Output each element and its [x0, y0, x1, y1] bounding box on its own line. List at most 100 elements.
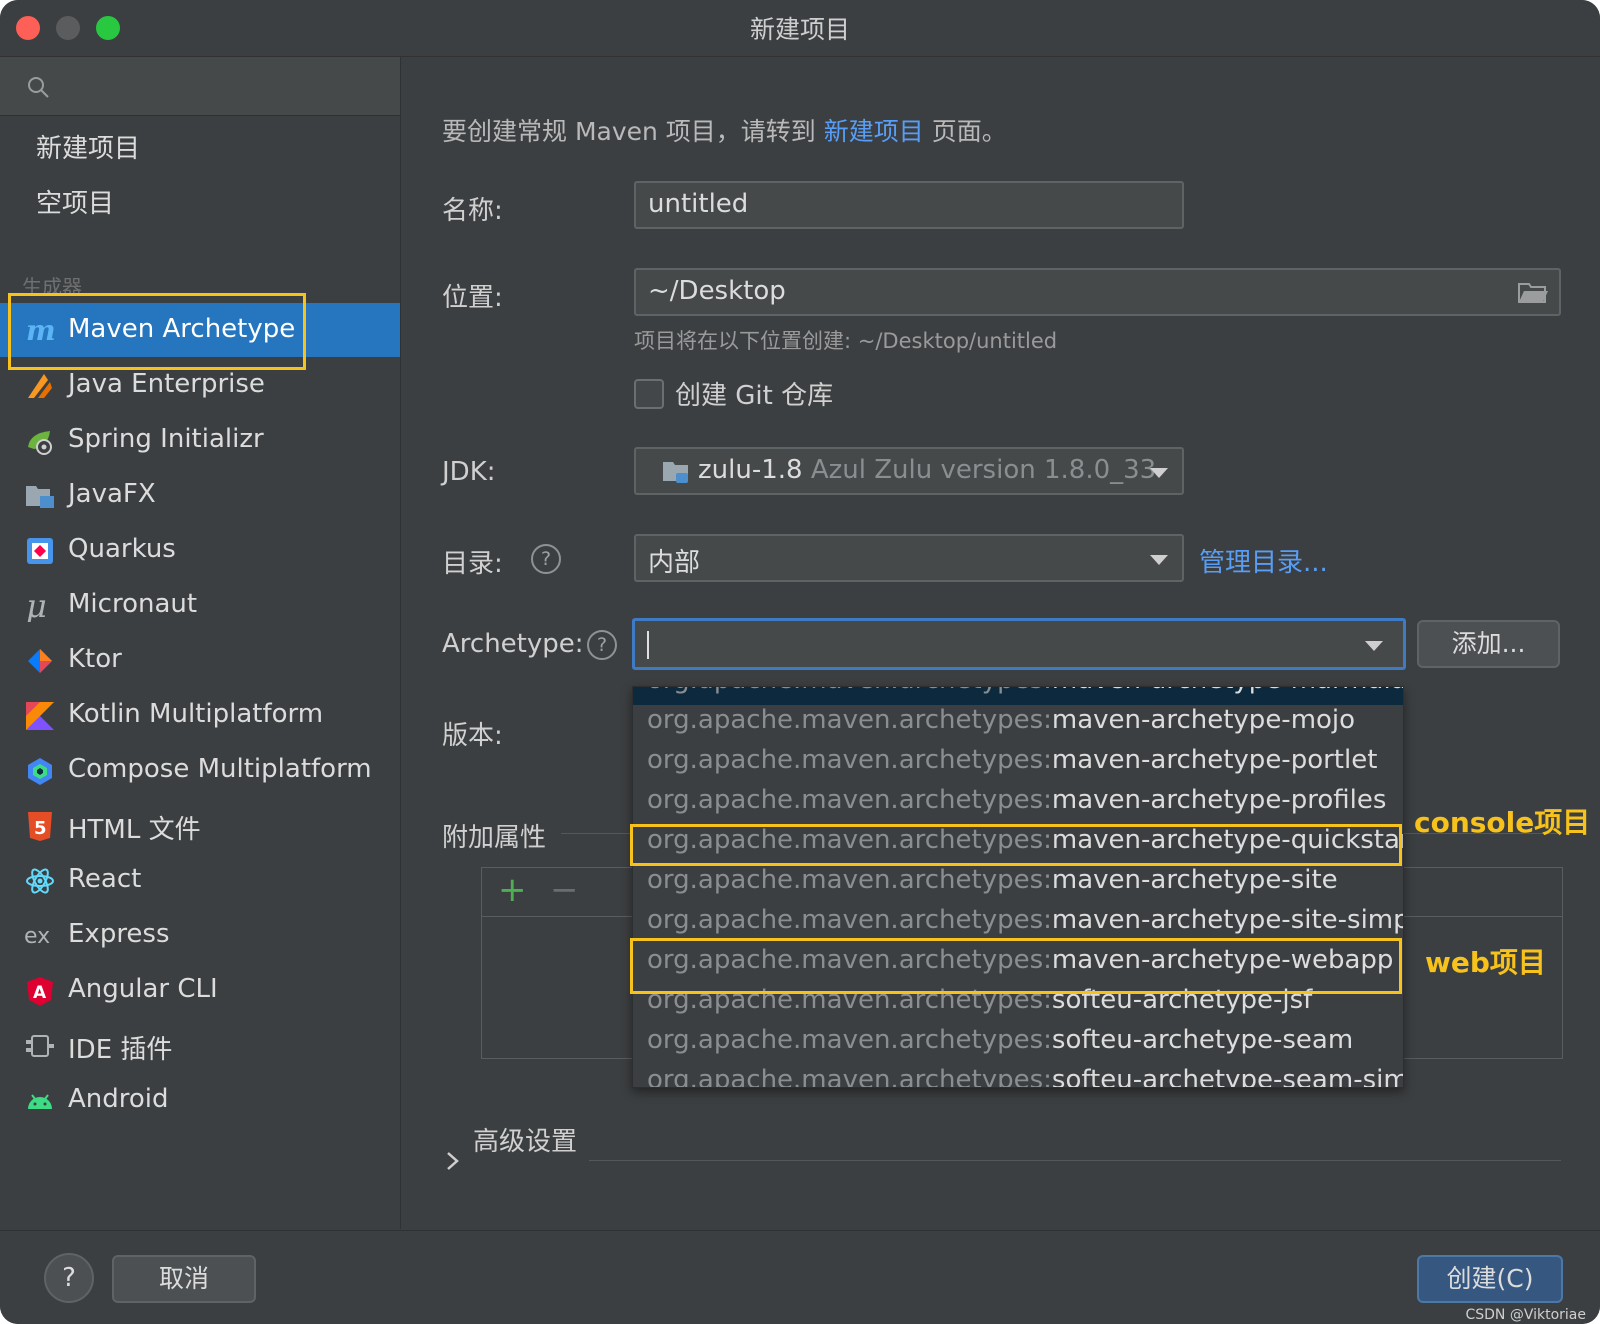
list-item[interactable]: org.apache.maven.archetypes:maven-archet… — [633, 785, 1403, 825]
list-item[interactable]: org.apache.maven.archetypes:softeu-arche… — [633, 1065, 1403, 1087]
catalog-help-icon[interactable]: ? — [531, 544, 561, 574]
sidebar-item-angular-cli[interactable]: A Angular CLI — [0, 963, 400, 1017]
chevron-down-icon — [1150, 555, 1168, 565]
archetype-help-icon[interactable]: ? — [587, 630, 617, 660]
web-annotation: web项目 — [1425, 946, 1546, 979]
micronaut-icon: μ — [26, 590, 47, 622]
name-field[interactable]: untitled — [634, 181, 1184, 229]
sidebar-item-label: React — [68, 864, 142, 894]
search-input[interactable] — [0, 57, 400, 116]
svg-text:A: A — [33, 983, 47, 1003]
sidebar-item-ide-plugin[interactable]: IDE 插件 — [0, 1018, 400, 1072]
list-item[interactable]: org.apache.maven.archetypes:maven-archet… — [633, 705, 1403, 745]
sidebar-item-label: Angular CLI — [68, 974, 218, 1004]
create-git-checkbox[interactable] — [634, 379, 664, 409]
sidebar-item-label: Ktor — [68, 644, 122, 674]
location-label: 位置: — [442, 283, 503, 313]
sidebar-item-quarkus[interactable]: Quarkus — [0, 523, 400, 577]
sidebar-item-react[interactable]: React — [0, 853, 400, 907]
additional-properties-label: 附加属性 — [442, 823, 547, 853]
catalog-select[interactable]: 内部 — [634, 534, 1184, 582]
console-annotation: console项目 — [1414, 806, 1591, 839]
intro-prefix: 要创建常规 Maven 项目，请转到 — [442, 117, 824, 146]
sidebar: 新建项目 空项目 生成器 m Maven Archetype Java Ente… — [0, 57, 401, 1229]
new-project-dialog: 新建项目 新建项目 空项目 生成器 m Maven Archetype Java… — [0, 0, 1600, 1324]
chevron-down-icon — [1365, 641, 1383, 651]
sidebar-item-new-project[interactable]: 新建项目 — [36, 128, 140, 165]
spring-icon — [28, 431, 52, 455]
window-title: 新建项目 — [749, 15, 850, 44]
create-button[interactable]: 创建(C) — [1417, 1255, 1563, 1303]
name-field-value: untitled — [648, 189, 749, 219]
catalog-value: 内部 — [648, 548, 701, 578]
archetype-dropdown-list[interactable]: org.apache.maven.archetypes:maven-archet… — [632, 686, 1404, 1088]
help-button[interactable]: ? — [44, 1253, 94, 1303]
add-archetype-button[interactable]: 添加... — [1417, 620, 1560, 668]
compose-icon — [28, 758, 52, 785]
watermark: CSDN @Viktoriae — [1465, 1307, 1586, 1323]
sidebar-item-android[interactable]: Android — [0, 1073, 400, 1127]
manage-catalogs-link[interactable]: 管理目录... — [1199, 542, 1328, 579]
jdk-label: JDK: — [442, 457, 496, 487]
location-field-value: ~/Desktop — [648, 276, 786, 306]
ktor-icon — [28, 649, 52, 673]
advanced-separator — [589, 1160, 1561, 1161]
archetype-label: Archetype: — [442, 629, 584, 659]
java-enterprise-icon — [28, 374, 52, 398]
jdk-folder-icon — [663, 462, 688, 483]
sidebar-item-javafx[interactable]: JavaFX — [0, 468, 400, 522]
angular-icon: A — [27, 977, 53, 1006]
cancel-button[interactable]: 取消 — [112, 1255, 256, 1303]
javafx-icon — [26, 486, 54, 508]
jdk-detail: Azul Zulu version 1.8.0_33 — [810, 455, 1157, 485]
sidebar-item-label: Quarkus — [68, 534, 176, 564]
advanced-settings-label[interactable]: 高级设置 — [473, 1121, 577, 1158]
chevron-right-icon[interactable] — [445, 1150, 461, 1172]
list-item[interactable]: org.apache.maven.archetypes:maven-archet… — [633, 745, 1403, 785]
version-label: 版本: — [442, 721, 503, 751]
svg-text:ex: ex — [24, 924, 50, 949]
sidebar-item-label: Spring Initializr — [68, 424, 264, 454]
sidebar-item-label: Android — [68, 1084, 169, 1114]
sidebar-item-express[interactable]: ex Express — [0, 908, 400, 962]
sidebar-item-micronaut[interactable]: μ Micronaut — [0, 578, 400, 632]
search-icon — [28, 77, 49, 98]
react-icon — [26, 868, 54, 894]
sidebar-item-empty-project[interactable]: 空项目 — [36, 183, 114, 220]
sidebar-item-label: Compose Multiplatform — [68, 754, 372, 784]
sidebar-item-html-file[interactable]: 5 HTML 文件 — [0, 798, 400, 852]
folder-browse-icon[interactable] — [1517, 280, 1549, 306]
sidebar-item-spring-initializr[interactable]: Spring Initializr — [0, 413, 400, 467]
chevron-down-icon — [1150, 468, 1168, 478]
sidebar-item-ktor[interactable]: Ktor — [0, 633, 400, 687]
add-property-icon[interactable]: + — [498, 870, 527, 910]
sidebar-item-label: Express — [68, 919, 170, 949]
webapp-highlight-box — [630, 938, 1402, 994]
list-item[interactable]: org.apache.maven.archetypes:maven-archet… — [633, 865, 1403, 905]
location-field[interactable]: ~/Desktop — [634, 268, 1561, 316]
android-icon — [28, 1094, 52, 1109]
express-icon: ex — [24, 924, 50, 949]
jdk-name: zulu-1.8 — [698, 455, 803, 485]
sidebar-item-label: HTML 文件 — [68, 815, 201, 845]
create-git-label: 创建 Git 仓库 — [675, 381, 834, 411]
svg-text:μ: μ — [26, 590, 47, 622]
remove-property-icon[interactable]: − — [550, 870, 579, 910]
intro-text: 要创建常规 Maven 项目，请转到 新建项目 页面。 — [442, 112, 1007, 148]
new-project-link[interactable]: 新建项目 — [824, 117, 924, 146]
quickstart-highlight-box — [630, 824, 1402, 866]
plugin-icon — [26, 1035, 54, 1057]
jdk-select[interactable]: zulu-1.8 Azul Zulu version 1.8.0_33 — [634, 447, 1184, 495]
sidebar-item-kotlin-multiplatform[interactable]: Kotlin Multiplatform — [0, 688, 400, 742]
intro-suffix: 页面。 — [923, 117, 1007, 146]
sidebar-item-label: Java Enterprise — [68, 369, 265, 399]
name-label: 名称: — [442, 196, 503, 226]
footer: ? 取消 创建(C) CSDN @Viktoriae — [0, 1230, 1600, 1324]
list-item[interactable]: org.apache.maven.archetypes:maven-archet… — [633, 687, 1403, 705]
archetype-combobox[interactable] — [632, 618, 1406, 670]
html5-icon: 5 — [28, 812, 52, 841]
sidebar-item-label: JavaFX — [68, 479, 156, 509]
list-item[interactable]: org.apache.maven.archetypes:softeu-arche… — [633, 1025, 1403, 1065]
location-hint: 项目将在以下位置创建: ~/Desktop/untitled — [634, 329, 1058, 353]
sidebar-item-compose-multiplatform[interactable]: Compose Multiplatform — [0, 743, 400, 797]
